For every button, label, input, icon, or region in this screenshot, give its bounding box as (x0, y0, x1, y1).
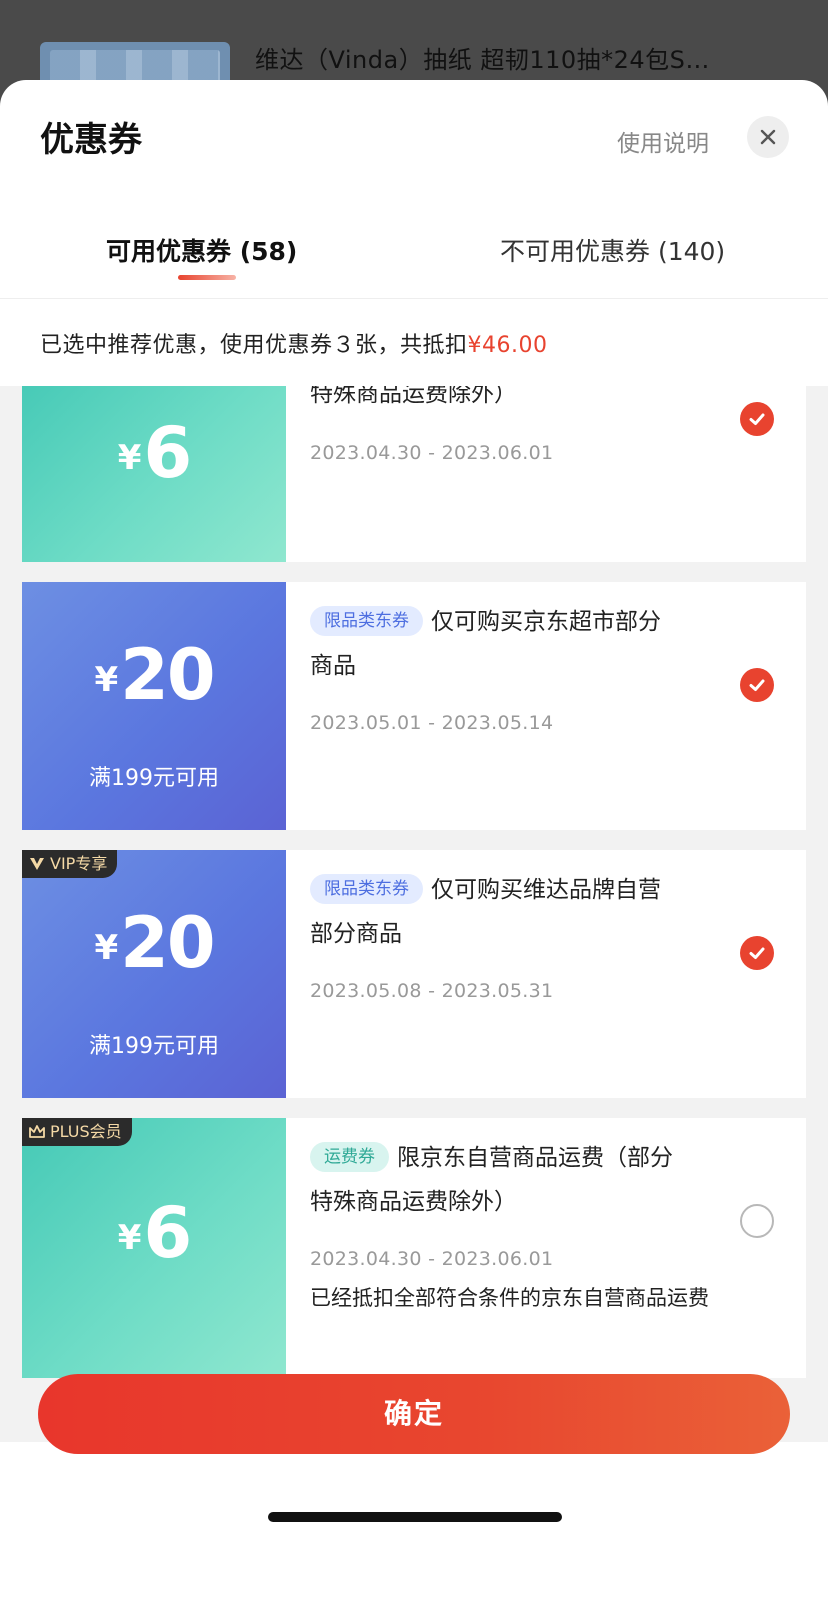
coupon-card[interactable]: ¥6 特殊商品运费除外） 2023.04.30 - 2023.06.01 (22, 386, 806, 562)
coupon-description: 限品类东券 仅可购买京东超市部分 商品 (310, 600, 746, 688)
plus-member-badge: PLUS会员 (22, 1118, 132, 1146)
coupon-date-range: 2023.04.30 - 2023.06.01 (310, 442, 554, 464)
coupon-type-tag: 限品类东券 (310, 606, 423, 636)
crown-icon (29, 1125, 45, 1138)
vip-v-icon (30, 858, 44, 870)
coupon-selected-check[interactable] (740, 668, 774, 702)
coupon-type-tag: 限品类东券 (310, 874, 423, 904)
watermark: zhizhizhi.com (666, 1476, 816, 1586)
check-icon (749, 947, 765, 959)
coupon-value-panel: ¥20 满199元可用 (22, 582, 286, 830)
coupon-amount: ¥20 (22, 902, 286, 984)
coupon-list[interactable]: ¥6 特殊商品运费除外） 2023.04.30 - 2023.06.01 ¥20… (0, 386, 828, 1442)
divider (0, 298, 828, 299)
coupon-condition: 满199元可用 (89, 1034, 219, 1059)
coupon-description: 特殊商品运费除外） (310, 386, 517, 407)
description-line: 仅可购买维达品牌自营 (431, 877, 661, 903)
coupon-value-panel: ¥6 PLUS会员 (22, 1118, 286, 1378)
vip-badge: VIP专享 (22, 850, 118, 878)
coupon-value-panel: ¥6 (22, 386, 286, 562)
coupon-selected-check[interactable] (740, 936, 774, 970)
coupon-description: 运费券 限京东自营商品运费（部分 特殊商品运费除外） (310, 1136, 746, 1224)
sheet-title: 优惠券 (40, 120, 142, 160)
coupon-date-range: 2023.04.30 - 2023.06.01 (310, 1248, 554, 1270)
coupon-date-range: 2023.05.08 - 2023.05.31 (310, 980, 554, 1002)
coupon-card[interactable]: ¥20 满199元可用 限品类东券 仅可购买京东超市部分 商品 2023.05.0… (22, 582, 806, 830)
coupon-condition: 满199元可用 (89, 766, 219, 791)
watermark-logo (670, 1488, 810, 1536)
description-line: 限京东自营商品运费（部分 (397, 1145, 673, 1171)
coupon-note: 已经抵扣全部符合条件的京东自营商品运费 (310, 1286, 709, 1310)
currency-symbol: ¥ (94, 928, 119, 968)
description-line: 仅可购买京东超市部分 (431, 609, 661, 635)
home-indicator (268, 1512, 562, 1522)
product-title: 维达（Vinda）抽纸 超韧110抽*24包S… (255, 46, 710, 74)
coupon-description: 限品类东券 仅可购买维达品牌自营 部分商品 (310, 868, 746, 956)
close-icon (760, 129, 776, 145)
badge-label: PLUS会员 (50, 1122, 122, 1141)
amount-value: 20 (120, 634, 215, 716)
amount-value: 20 (120, 902, 215, 984)
coupon-card[interactable]: ¥20 满199元可用 VIP专享 限品类东券 仅可购买维达品牌自营 部分商品 2… (22, 850, 806, 1098)
check-icon (749, 413, 765, 425)
coupon-date-range: 2023.05.01 - 2023.05.14 (310, 712, 554, 734)
coupon-select-radio[interactable] (740, 1204, 774, 1238)
coupon-type-tag: 运费券 (310, 1142, 389, 1172)
amount-value: 6 (143, 1192, 192, 1274)
confirm-button[interactable]: 确定 (38, 1374, 790, 1454)
coupon-selected-check[interactable] (740, 402, 774, 436)
coupon-value-panel: ¥20 满199元可用 VIP专享 (22, 850, 286, 1098)
check-icon (749, 679, 765, 691)
tab-available-coupons[interactable]: 可用优惠券 (58) (106, 232, 297, 268)
tab-unavailable-coupons[interactable]: 不可用优惠券 (140) (500, 232, 725, 268)
coupon-card[interactable]: ¥6 PLUS会员 运费券 限京东自营商品运费（部分 特殊商品运费除外） 2023… (22, 1118, 806, 1378)
summary-text: 已选中推荐优惠，使用优惠券３张，共抵扣 (40, 333, 468, 358)
amount-value: 6 (143, 412, 192, 494)
selection-summary: 已选中推荐优惠，使用优惠券３张，共抵扣¥46.00 (40, 327, 548, 359)
currency-symbol: ¥ (117, 1218, 142, 1258)
description-line: 部分商品 (310, 921, 402, 947)
description-line: 商品 (310, 653, 356, 679)
summary-amount: ¥46.00 (467, 333, 548, 358)
currency-symbol: ¥ (94, 660, 119, 700)
coupon-amount: ¥6 (22, 1192, 286, 1274)
watermark-text: zhizhizhi.com (690, 1548, 792, 1566)
badge-label: VIP专享 (50, 854, 108, 873)
coupon-amount: ¥6 (22, 412, 286, 494)
currency-symbol: ¥ (117, 438, 142, 478)
coupon-amount: ¥20 (22, 634, 286, 716)
coupon-sheet: 优惠券 使用说明 可用优惠券 (58) 不可用优惠券 (140) 已选中推荐优惠… (0, 80, 828, 1598)
active-tab-indicator (178, 275, 236, 280)
usage-instructions-link[interactable]: 使用说明 (617, 124, 709, 158)
close-button[interactable] (747, 116, 789, 158)
description-line: 特殊商品运费除外） (310, 1189, 517, 1215)
